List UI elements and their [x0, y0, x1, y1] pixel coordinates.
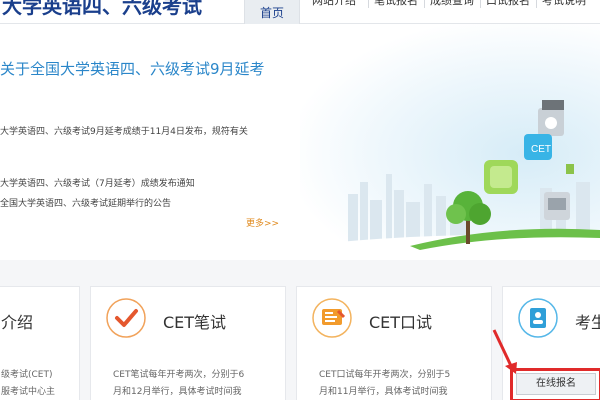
nav-item-intro[interactable]: 网站介绍 — [312, 0, 356, 8]
nav-item-home[interactable]: 首页 — [244, 0, 300, 24]
news-item[interactable]: 大学英语四、六级考试（7月延考）成绩发布通知 — [0, 176, 195, 189]
page: 大学英语四、六级考试 首页 网站介绍 笔试报名 成绩查询 口试报名 考试说明 C… — [0, 0, 600, 400]
more-link[interactable]: 更多>> — [246, 216, 279, 229]
news-item[interactable]: 大学英语四、六级考试9月延考成绩于11月4日发布，规符有关 — [0, 124, 248, 137]
nav-divider — [368, 0, 369, 8]
card-title: CET笔试 — [163, 313, 227, 332]
card-description: CET笔试每年开考两次，分别于6 月和12月举行，具体考试时间我 — [113, 367, 244, 400]
banner: CET 关于全国大学英语四、六级考试9月延考 大学英语四、六级考试9月延考成绩于… — [0, 24, 600, 260]
nav-divider — [536, 0, 537, 8]
nav-item-exam[interactable]: 笔试报名 — [374, 0, 418, 8]
card-title: 介绍 — [1, 313, 34, 332]
card-description: 级考试(CET) 服考试中心主 — [1, 367, 55, 400]
card-desc-line: 月和11月举行，具体考试时间我 — [319, 387, 448, 397]
nav-item-info[interactable]: 考试说明 — [542, 0, 586, 8]
nav-item-oral[interactable]: 口试报名 — [486, 0, 530, 8]
highlight-box — [510, 368, 600, 400]
card-intro[interactable]: 介绍 级考试(CET) 服考试中心主 — [0, 286, 80, 400]
card-description: CET口试每年开考两次，分别于5 月和11月举行，具体考试时间我 — [319, 367, 450, 400]
banner-illustration: CET — [300, 100, 600, 260]
card-title: 考生 — [575, 313, 600, 332]
card-desc-line: 级考试(CET) — [1, 370, 53, 380]
card-desc-line: CET笔试每年开考两次，分别于6 — [113, 370, 245, 380]
document-icon — [311, 297, 353, 339]
svg-text:CET: CET — [531, 144, 551, 155]
card-desc-line: 服考试中心主 — [1, 387, 56, 397]
checkmark-icon — [105, 297, 147, 339]
card-written-exam[interactable]: CET笔试 CET笔试每年开考两次，分别于6 月和12月举行，具体考试时间我 — [90, 286, 286, 400]
card-desc-line: 月和12月举行，具体考试时间我 — [113, 387, 242, 397]
nav-divider — [424, 0, 425, 8]
top-header: 大学英语四、六级考试 首页 网站介绍 笔试报名 成绩查询 口试报名 考试说明 — [0, 0, 600, 24]
card-title: CET口试 — [369, 313, 433, 332]
nav-item-scores[interactable]: 成绩查询 — [430, 0, 474, 8]
card-desc-line: CET口试每年开考两次，分别于5 — [319, 370, 451, 380]
site-title: 大学英语四、六级考试 — [2, 0, 202, 18]
news-item[interactable]: 全国大学英语四、六级考试延期举行的公告 — [0, 196, 171, 209]
banner-headline[interactable]: 关于全国大学英语四、六级考试9月延考 — [0, 58, 265, 79]
nav-divider — [480, 0, 481, 8]
card-oral-exam[interactable]: CET口试 CET口试每年开考两次，分别于5 月和11月举行，具体考试时间我 — [296, 286, 492, 400]
